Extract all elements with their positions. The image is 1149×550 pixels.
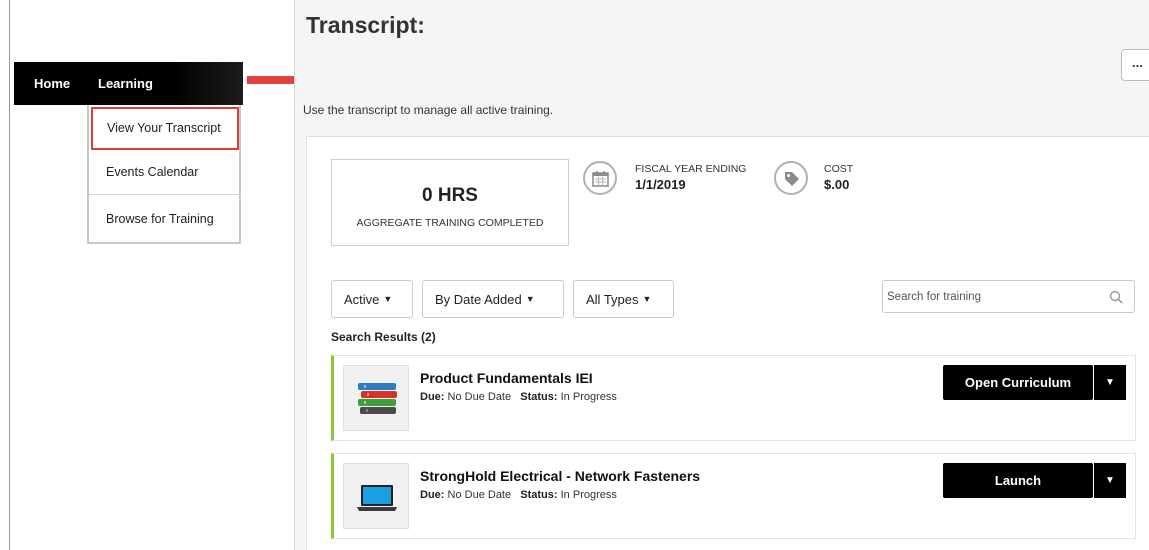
menu-item-view-transcript[interactable]: View Your Transcript bbox=[91, 107, 239, 150]
status-value: In Progress bbox=[560, 489, 617, 501]
caret-down-icon: ▼ bbox=[383, 294, 393, 304]
type-filter-dropdown[interactable]: All Types ▼ bbox=[573, 280, 674, 318]
open-curriculum-button[interactable]: Open Curriculum bbox=[943, 365, 1093, 400]
status-filter-label: Active bbox=[344, 292, 380, 307]
status-label: Status: bbox=[520, 391, 558, 403]
training-title[interactable]: Product Fundamentals IEI bbox=[420, 370, 593, 386]
cost-label: COST bbox=[824, 163, 854, 175]
more-options-button[interactable]: ... bbox=[1121, 49, 1149, 81]
due-label: Due: bbox=[420, 391, 445, 403]
search-box bbox=[882, 280, 1135, 313]
price-tag-icon bbox=[774, 161, 808, 195]
chevron-down-icon[interactable]: ▼ bbox=[1094, 463, 1126, 498]
page-subtitle: Use the transcript to manage all active … bbox=[303, 103, 554, 117]
training-row: Product Fundamentals IEI Due: No Due Dat… bbox=[331, 355, 1136, 441]
search-results-count: Search Results (2) bbox=[331, 330, 436, 344]
fiscal-year-label: FISCAL YEAR ENDING bbox=[635, 163, 747, 175]
laptop-icon bbox=[343, 463, 409, 529]
learning-dropdown-menu: View Your Transcript Events Calendar Bro… bbox=[87, 105, 241, 244]
due-label: Due: bbox=[420, 489, 445, 501]
nav-home[interactable]: Home bbox=[34, 62, 70, 105]
transcript-panel: Transcript: ... Use the transcript to ma… bbox=[294, 0, 1149, 550]
top-nav-bar: Home Learning bbox=[14, 62, 243, 105]
training-meta: Due: No Due Date Status: In Progress bbox=[420, 391, 617, 403]
type-filter-label: All Types bbox=[586, 292, 639, 307]
transcript-card: 0 HRS AGGREGATE TRAINING COMPLETED FISCA… bbox=[306, 136, 1149, 550]
sort-filter-dropdown[interactable]: By Date Added ▼ bbox=[422, 280, 564, 318]
status-filter-dropdown[interactable]: Active ▼ bbox=[331, 280, 413, 318]
sort-filter-label: By Date Added bbox=[435, 292, 522, 307]
training-hours-box: 0 HRS AGGREGATE TRAINING COMPLETED bbox=[331, 159, 569, 246]
training-title[interactable]: StrongHold Electrical - Network Fastener… bbox=[420, 468, 700, 484]
training-row: StrongHold Electrical - Network Fastener… bbox=[331, 453, 1136, 539]
nav-learning[interactable]: Learning bbox=[98, 62, 153, 105]
nav-fade bbox=[172, 62, 243, 105]
window-edge bbox=[9, 0, 10, 550]
due-value: No Due Date bbox=[447, 489, 512, 501]
training-meta: Due: No Due Date Status: In Progress bbox=[420, 489, 617, 501]
caret-down-icon: ▼ bbox=[525, 294, 535, 304]
launch-button[interactable]: Launch bbox=[943, 463, 1093, 498]
search-icon[interactable] bbox=[1109, 290, 1123, 304]
training-hours-value: 0 HRS bbox=[422, 185, 478, 206]
books-icon bbox=[343, 365, 409, 431]
menu-item-events-calendar[interactable]: Events Calendar bbox=[89, 150, 241, 195]
menu-item-browse-training[interactable]: Browse for Training bbox=[89, 197, 241, 242]
chevron-down-icon[interactable]: ▼ bbox=[1094, 365, 1126, 400]
training-hours-label: AGGREGATE TRAINING COMPLETED bbox=[356, 217, 544, 229]
status-value: In Progress bbox=[560, 391, 617, 403]
caret-down-icon: ▼ bbox=[642, 294, 652, 304]
due-value: No Due Date bbox=[447, 391, 512, 403]
cost-value: $.00 bbox=[824, 177, 850, 192]
page-title: Transcript: bbox=[306, 12, 425, 38]
fiscal-year-value: 1/1/2019 bbox=[635, 177, 686, 192]
status-label: Status: bbox=[520, 489, 558, 501]
calendar-icon bbox=[583, 161, 617, 195]
search-input[interactable] bbox=[887, 287, 1102, 307]
